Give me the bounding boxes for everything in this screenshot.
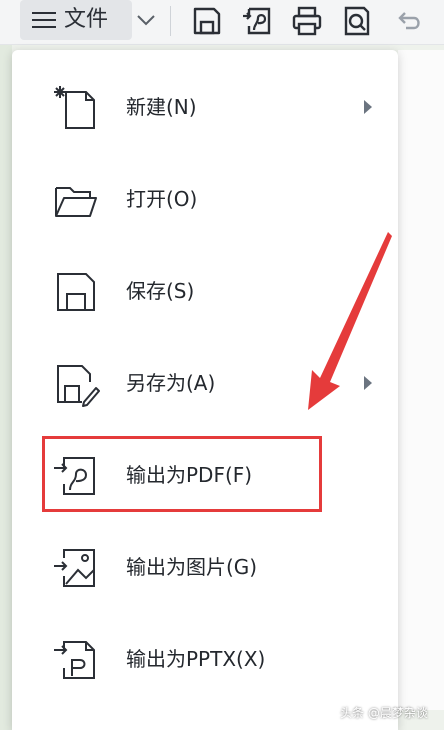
annotation-arrow-icon — [308, 232, 392, 410]
watermark: 头条 @晨梦杂谈 — [340, 706, 428, 720]
toolbar-divider — [170, 6, 171, 36]
export-image-icon — [54, 549, 95, 587]
toolbar: 文件 — [0, 0, 444, 45]
file-menu-button[interactable]: 文件 — [20, 0, 132, 40]
submenu-arrow-icon — [364, 100, 372, 114]
export-pptx-icon — [54, 641, 95, 679]
undo-icon[interactable] — [392, 4, 426, 38]
menu-item-new[interactable]: 新建(N) — [12, 68, 398, 148]
menu-item-label: 另存为(A) — [126, 371, 216, 395]
menu-item-export-image[interactable]: 输出为图片(G) — [12, 528, 398, 608]
file-menu-label: 文件 — [64, 7, 109, 32]
menu-item-label: 输出为PPTX(X) — [126, 647, 266, 671]
save-as-icon — [57, 365, 100, 407]
print-icon[interactable] — [290, 4, 324, 38]
menu-item-export-pptx[interactable]: 输出为PPTX(X) — [12, 620, 398, 700]
menu-item-label: 新建(N) — [126, 95, 197, 119]
menu-item-label: 打开(O) — [126, 187, 198, 211]
document-page — [398, 50, 444, 710]
new-file-icon — [54, 86, 95, 129]
chevron-down-icon[interactable] — [134, 8, 158, 32]
export-pdf-icon[interactable] — [240, 4, 274, 38]
document-background-left — [0, 44, 12, 730]
save-icon[interactable] — [190, 4, 224, 38]
save-icon — [57, 273, 95, 311]
folder-open-icon — [55, 187, 97, 217]
hamburger-icon — [32, 12, 56, 28]
print-preview-icon[interactable] — [340, 4, 374, 38]
menu-item-label: 保存(S) — [126, 279, 195, 303]
highlight-box — [42, 436, 322, 512]
menu-item-label: 输出为图片(G) — [126, 555, 258, 579]
